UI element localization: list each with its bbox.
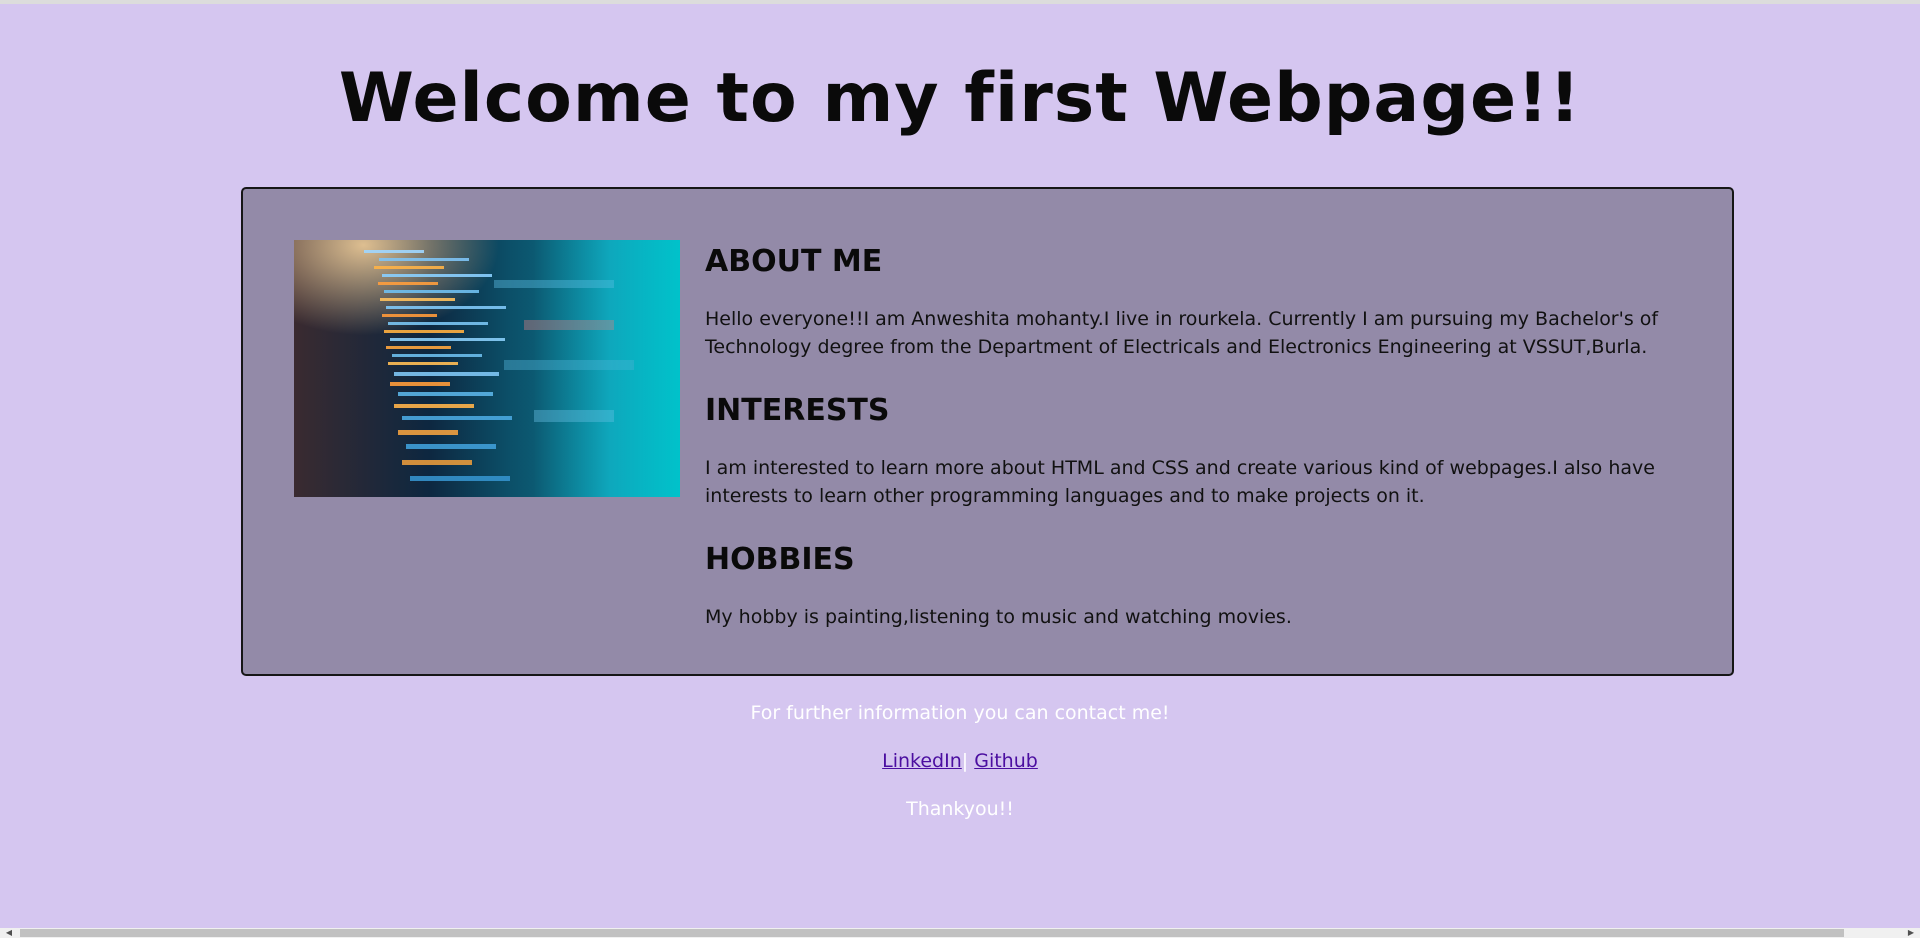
social-links: LinkedIn| Github: [0, 748, 1920, 774]
contact-text: For further information you can contact …: [750, 702, 1170, 724]
scroll-right-arrow-icon[interactable]: ▶: [1904, 928, 1918, 938]
hobbies-text: My hobby is painting,listening to music …: [705, 606, 1292, 628]
about-me-text: Hello everyone!!I am Anweshita mohanty.I…: [705, 308, 1659, 358]
linkedin-link[interactable]: LinkedIn: [882, 750, 962, 772]
thanks-text: Thankyou!!: [906, 798, 1014, 820]
profile-text: ABOUT ME Hello everyone!!I am Anweshita …: [705, 244, 1685, 631]
code-screen-image: [294, 240, 680, 497]
horizontal-scrollbar[interactable]: ◀ ▶: [0, 928, 1920, 938]
interests-heading: INTERESTS: [705, 393, 890, 428]
scroll-left-arrow-icon[interactable]: ◀: [2, 928, 16, 938]
github-link[interactable]: Github: [974, 750, 1038, 772]
profile-card: ABOUT ME Hello everyone!!I am Anweshita …: [241, 187, 1734, 676]
top-border: [0, 0, 1920, 4]
page-title: Welcome to my first Webpage!!: [338, 59, 1582, 138]
hobbies-heading: HOBBIES: [705, 542, 855, 577]
link-separator: |: [961, 750, 969, 772]
scrollbar-thumb[interactable]: [20, 929, 1844, 937]
about-me-heading: ABOUT ME: [705, 244, 883, 279]
interests-text: I am interested to learn more about HTML…: [705, 457, 1655, 507]
